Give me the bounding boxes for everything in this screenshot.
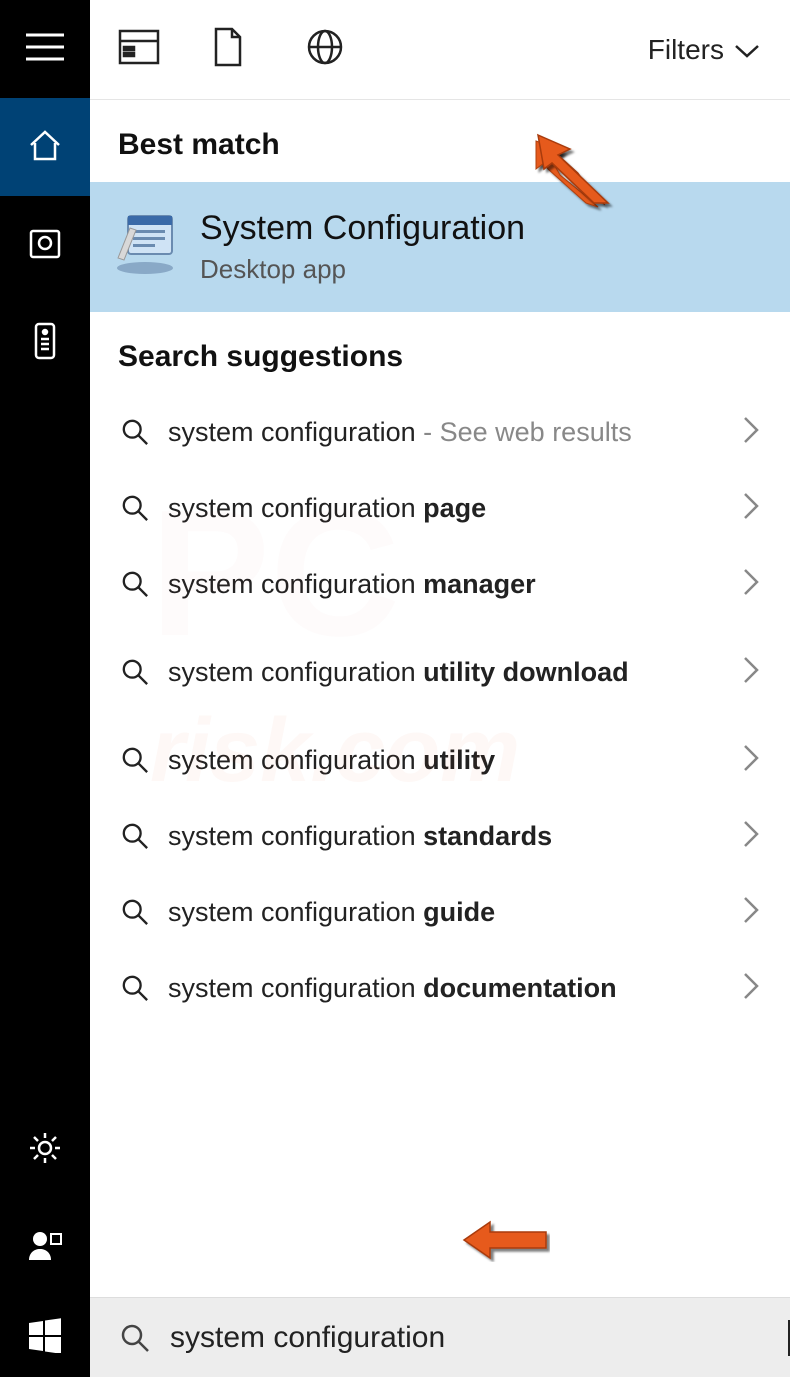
gear-icon (27, 1130, 63, 1171)
search-icon (114, 898, 156, 926)
sidebar-item-user[interactable] (0, 1199, 90, 1297)
chevron-right-icon (742, 567, 760, 602)
chevron-right-icon (742, 415, 760, 450)
start-button[interactable] (0, 1297, 90, 1377)
suggestion-text: system configuration guide (156, 896, 742, 928)
chevron-right-icon (742, 971, 760, 1006)
search-input[interactable] (156, 1321, 790, 1355)
chevron-right-icon (742, 819, 760, 854)
search-icon (114, 822, 156, 850)
globe-filter-icon (306, 28, 344, 71)
sidebar-item-remote[interactable] (0, 294, 90, 392)
best-match-subtitle: Desktop app (200, 254, 525, 285)
sidebar-item-photos[interactable] (0, 196, 90, 294)
chevron-right-icon (742, 655, 760, 690)
suggestion-text: system configuration page (156, 492, 742, 524)
sidebar-item-settings[interactable] (0, 1101, 90, 1199)
suggestion-item[interactable]: system configuration utility (90, 722, 790, 798)
suggestion-item[interactable]: system configuration - See web results (90, 394, 790, 470)
filter-tabs: Filters (90, 0, 790, 100)
suggestion-item[interactable]: system configuration utility download (90, 622, 790, 722)
camera-icon (28, 226, 62, 265)
home-icon (27, 127, 63, 168)
filter-tab-documents[interactable] (212, 27, 306, 72)
chevron-right-icon (742, 895, 760, 930)
suggestion-text: system configuration manager (156, 568, 742, 600)
chevron-right-icon (742, 491, 760, 526)
suggestion-text: system configuration documentation (156, 972, 742, 1004)
best-match-title: System Configuration (200, 209, 525, 248)
filter-tab-web[interactable] (306, 28, 400, 71)
filter-tab-apps[interactable] (118, 29, 212, 70)
suggestion-text: system configuration - See web results (156, 416, 742, 448)
suggestion-item[interactable]: system configuration page (90, 470, 790, 546)
suggestion-text: system configuration utility download (156, 656, 742, 688)
user-icon (27, 1228, 63, 1269)
search-icon (114, 570, 156, 598)
document-filter-icon (212, 27, 244, 72)
suggestions-list: system configuration - See web results sy… (90, 394, 790, 1026)
suggestions-header: Search suggestions (90, 312, 790, 394)
suggestion-item[interactable]: system configuration standards (90, 798, 790, 874)
chevron-down-icon (734, 34, 760, 66)
suggestion-item[interactable]: system configuration documentation (90, 950, 790, 1026)
apps-filter-icon (118, 29, 160, 70)
suggestion-item[interactable]: system configuration manager (90, 546, 790, 622)
search-icon (114, 1323, 156, 1353)
left-sidebar (0, 0, 90, 1377)
hamburger-icon (26, 33, 64, 66)
search-icon (114, 494, 156, 522)
suggestion-text: system configuration standards (156, 820, 742, 852)
suggestion-item[interactable]: system configuration guide (90, 874, 790, 950)
best-match-header: Best match (90, 100, 790, 182)
chevron-right-icon (742, 743, 760, 778)
menu-button[interactable] (0, 0, 90, 98)
suggestion-text: system configuration utility (156, 744, 742, 776)
system-configuration-icon (110, 212, 180, 282)
search-icon (114, 974, 156, 1002)
windows-icon (27, 1317, 63, 1358)
search-bar[interactable] (90, 1297, 790, 1377)
search-icon (114, 418, 156, 446)
filters-dropdown[interactable]: Filters (648, 34, 760, 66)
remote-icon (33, 321, 57, 366)
search-icon (114, 658, 156, 686)
filters-label: Filters (648, 34, 724, 66)
search-results-panel: PC risk.com Filters (90, 0, 790, 1377)
annotation-arrow-2 (460, 1210, 550, 1270)
search-icon (114, 746, 156, 774)
sidebar-item-home[interactable] (0, 98, 90, 196)
best-match-result[interactable]: System Configuration Desktop app (90, 182, 790, 312)
